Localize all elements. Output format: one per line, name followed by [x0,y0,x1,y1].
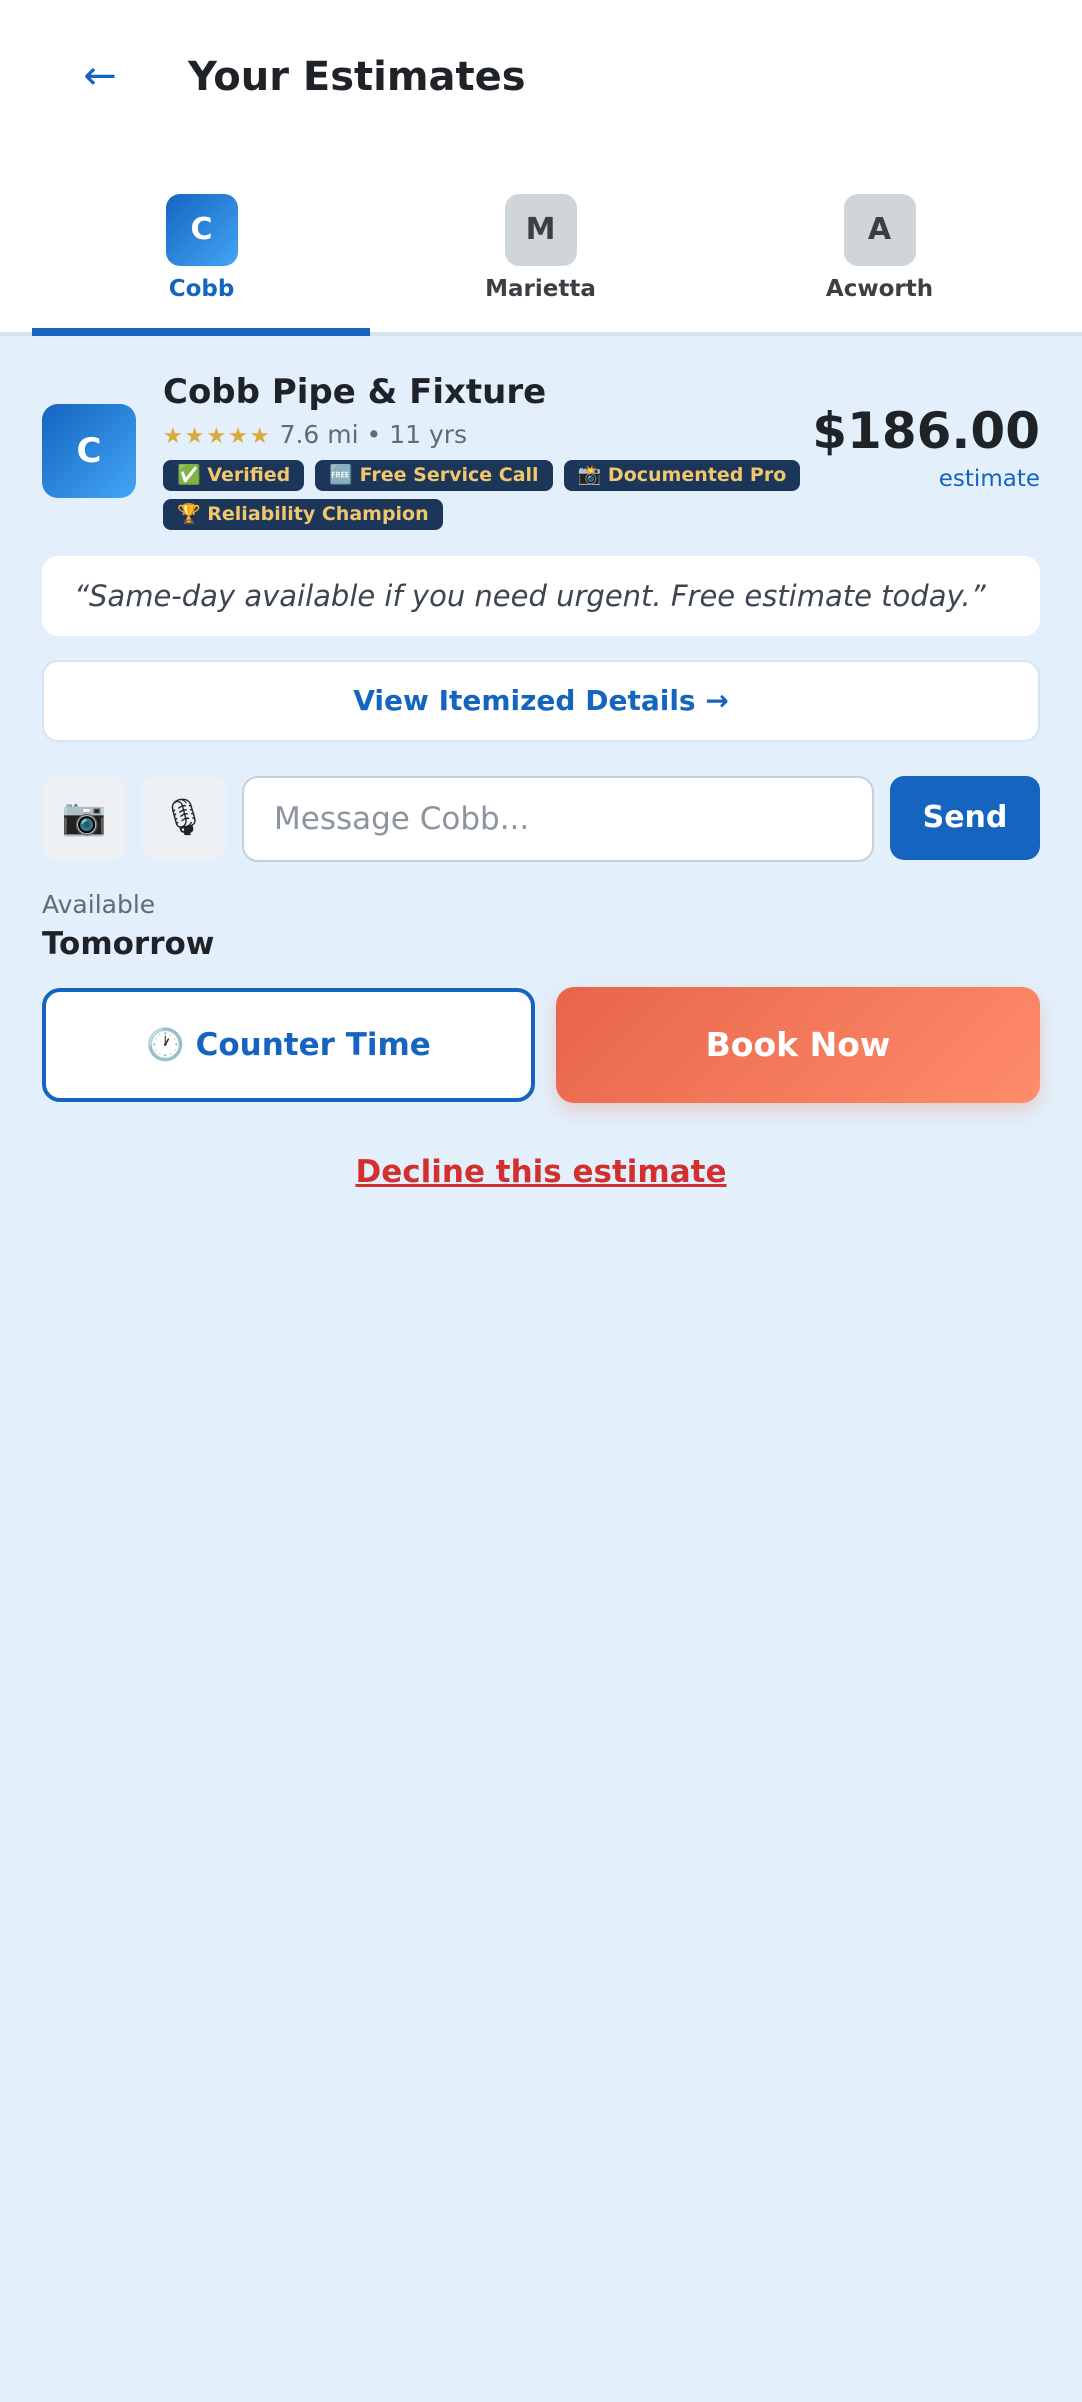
badge-documented-pro: 📸 Documented Pro [563,460,801,491]
microphone-icon[interactable]: 🎙 [142,776,226,860]
tab-avatar: C [165,194,238,266]
tab-cobb[interactable]: C Cobb [32,164,371,336]
badge-verified: ✅ Verified [163,460,305,491]
decline-container: Decline this estimate [0,1154,1082,1190]
page-title: Your Estimates [188,54,526,100]
availability-label: Available [42,890,156,919]
tab-label: Acworth [825,276,934,302]
badge-free-service-call: 🆓 Free Service Call [315,460,553,491]
tab-label: Cobb [168,276,235,302]
active-tab-indicator [32,328,370,336]
tab-marietta[interactable]: M Marietta [371,164,710,336]
price-amount: $186.00 [812,402,1040,460]
counter-time-button[interactable]: 🕐 Counter Time [42,988,535,1102]
book-now-button[interactable]: Book Now [556,987,1040,1103]
tab-avatar: A [843,194,916,266]
tab-acworth[interactable]: A Acworth [710,164,1049,336]
price-label: estimate [938,466,1040,492]
send-button[interactable]: Send [890,776,1040,860]
message-input[interactable] [242,776,874,862]
star-rating-icon: ★★★★★ [163,424,272,449]
view-itemized-details-button[interactable]: View Itemized Details → [42,660,1040,742]
estimate-tabs: C Cobb M Marietta A Acworth [0,164,1082,336]
pro-meta: ★★★★★ 7.6 mi • 11 yrs [163,420,467,449]
back-arrow-icon[interactable]: ← [74,50,126,102]
distance-experience: 7.6 mi • 11 yrs [279,420,468,449]
availability-value: Tomorrow [42,926,215,962]
decline-estimate-link[interactable]: Decline this estimate [355,1154,726,1190]
badge-reliability-champion: 🏆 Reliability Champion [163,499,443,530]
app-header: ← Your Estimates [0,0,1082,164]
pro-quote: “Same-day available if you need urgent. … [42,556,1040,636]
tab-label: Marietta [485,276,596,302]
badge-list: ✅ Verified 🆓 Free Service Call 📸 Documen… [163,460,823,538]
camera-icon[interactable]: 📷 [42,776,126,860]
tab-avatar: M [504,194,577,266]
pro-name: Cobb Pipe & Fixture [163,372,547,412]
pro-avatar: C [42,404,136,498]
